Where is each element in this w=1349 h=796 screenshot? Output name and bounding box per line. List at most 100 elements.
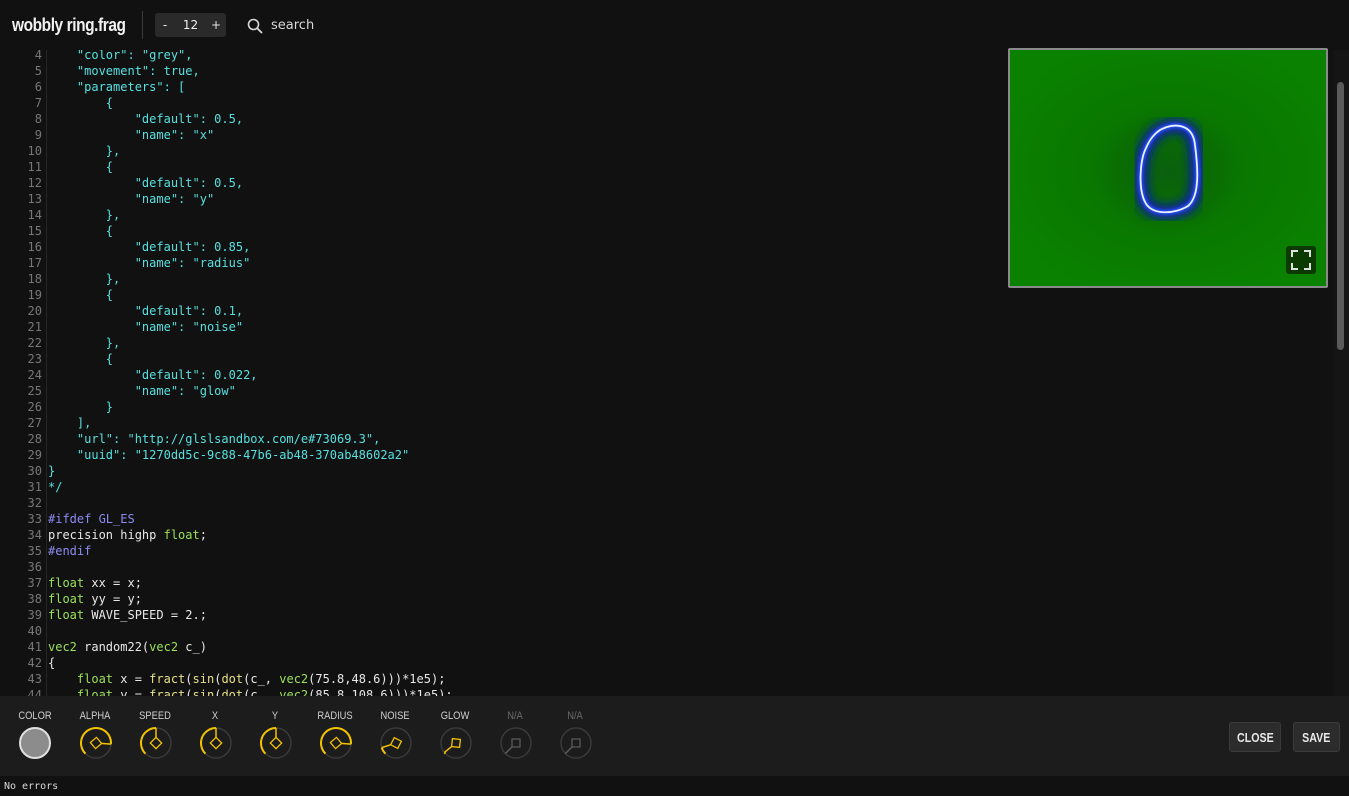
knob-dial[interactable] [439, 726, 473, 760]
control-label: X [211, 710, 219, 722]
knob-dial[interactable] [319, 726, 353, 760]
code-token: "default": 0.85, [48, 240, 251, 254]
knob-track [440, 727, 472, 759]
knob-n-a[interactable]: N/A [485, 696, 545, 776]
close-button[interactable]: CLOSE [1229, 722, 1281, 752]
shader-preview[interactable] [1008, 48, 1328, 288]
header: wobbly ring.frag - 12 + search [0, 0, 1349, 50]
status-bar: No errors [0, 776, 1349, 796]
knob-noise[interactable]: NOISE [365, 696, 425, 776]
code-token: ], [48, 416, 92, 430]
knob-center [571, 738, 581, 748]
color-control[interactable]: COLOR [5, 696, 65, 776]
line-number: 41 [27, 640, 42, 654]
knob-center [329, 736, 343, 750]
code-token: }, [48, 336, 121, 350]
editor-scrollbar-thumb[interactable] [1337, 82, 1344, 350]
knob-center [389, 736, 403, 750]
code-token: "name": "glow" [48, 384, 236, 398]
fullscreen-icon [1291, 250, 1311, 270]
line-number: 4 [34, 50, 42, 62]
code-line: { [48, 223, 113, 239]
knob-center [511, 738, 521, 748]
code-line: precision highp float; [48, 527, 207, 543]
knob-center [149, 736, 163, 750]
code-line: float xx = x; [48, 575, 142, 591]
code-token: }, [48, 208, 121, 222]
line-number: 8 [34, 112, 42, 126]
knob-glow[interactable]: GLOW [425, 696, 485, 776]
code-token: "color": "grey", [48, 50, 193, 62]
knob-radius[interactable]: RADIUS [305, 696, 365, 776]
line-number: 5 [34, 64, 42, 78]
decrement-button[interactable]: - [155, 13, 175, 37]
code-token: dot [221, 688, 244, 696]
code-token: float [48, 592, 85, 606]
code-line: { [48, 159, 113, 175]
line-number: 21 [27, 320, 42, 334]
code-line: "name": "x" [48, 127, 214, 143]
code-token: { [48, 224, 114, 238]
knob-dial[interactable] [499, 726, 533, 760]
code-token: vec2 [149, 640, 179, 654]
control-label: Y [271, 710, 279, 722]
code-line: "default": 0.022, [48, 367, 258, 383]
line-number: 26 [27, 400, 42, 414]
gutter-divider [46, 50, 47, 696]
knob-dial[interactable] [259, 726, 293, 760]
knob-dial[interactable] [79, 726, 113, 760]
code-line: { [48, 351, 113, 367]
code-line: "uuid": "1270dd5c-9c88-47b6-ab48-370ab48… [48, 447, 409, 463]
knob-alpha[interactable]: ALPHA [65, 696, 125, 776]
wobbly-ring-render [1010, 50, 1326, 286]
header-divider [142, 11, 143, 39]
code-token: (75.8,48.6)))*1e5); [308, 672, 446, 686]
knob-dial[interactable] [559, 726, 593, 760]
line-number: 15 [27, 224, 42, 238]
knob-dial[interactable] [199, 726, 233, 760]
code-token: fract [149, 672, 186, 686]
increment-button[interactable]: + [206, 13, 226, 37]
code-line: }, [48, 143, 120, 159]
save-label: SAVE [1302, 730, 1331, 745]
code-token: "default": 0.5, [48, 112, 244, 126]
knob-y[interactable]: Y [245, 696, 305, 776]
knob-value-arc [80, 727, 112, 755]
color-swatch[interactable] [19, 727, 51, 759]
code-line: { [48, 287, 113, 303]
knob-value-arc [380, 747, 387, 755]
code-token: float [48, 608, 85, 622]
control-label: COLOR [18, 710, 52, 722]
knob-center [89, 736, 103, 750]
code-line: }, [48, 335, 120, 351]
control-label: NOISE [380, 710, 410, 722]
code-line: "color": "grey", [48, 50, 193, 63]
code-token: { [48, 352, 114, 366]
code-token: yy = y; [84, 592, 142, 606]
knob-dial[interactable] [139, 726, 173, 760]
code-token: fract [149, 688, 186, 696]
code-line: float x = fract(sin(dot(c_, vec2(75.8,48… [48, 671, 446, 687]
code-token: #endif [48, 544, 92, 558]
search-button[interactable]: search [247, 16, 367, 36]
status-text: No errors [4, 781, 59, 792]
code-token: random22( [76, 640, 150, 654]
code-line: { [48, 95, 113, 111]
code-line: float yy = y; [48, 591, 142, 607]
code-token: "name": "x" [48, 128, 215, 142]
line-number: 39 [27, 608, 42, 622]
fullscreen-button[interactable] [1286, 246, 1316, 274]
knob-value-arc [200, 727, 217, 755]
control-label: GLOW [440, 710, 470, 722]
knob-dial[interactable] [379, 726, 413, 760]
knob-track [380, 727, 412, 759]
knob-speed[interactable]: SPEED [125, 696, 185, 776]
line-number: 12 [27, 176, 42, 190]
code-token: float [76, 672, 114, 686]
code-token: "name": "noise" [48, 320, 244, 334]
code-token: dot [221, 672, 244, 686]
save-button[interactable]: SAVE [1293, 722, 1340, 752]
line-number: 42 [27, 656, 42, 670]
knob-x[interactable]: X [185, 696, 245, 776]
knob-n-a[interactable]: N/A [545, 696, 605, 776]
